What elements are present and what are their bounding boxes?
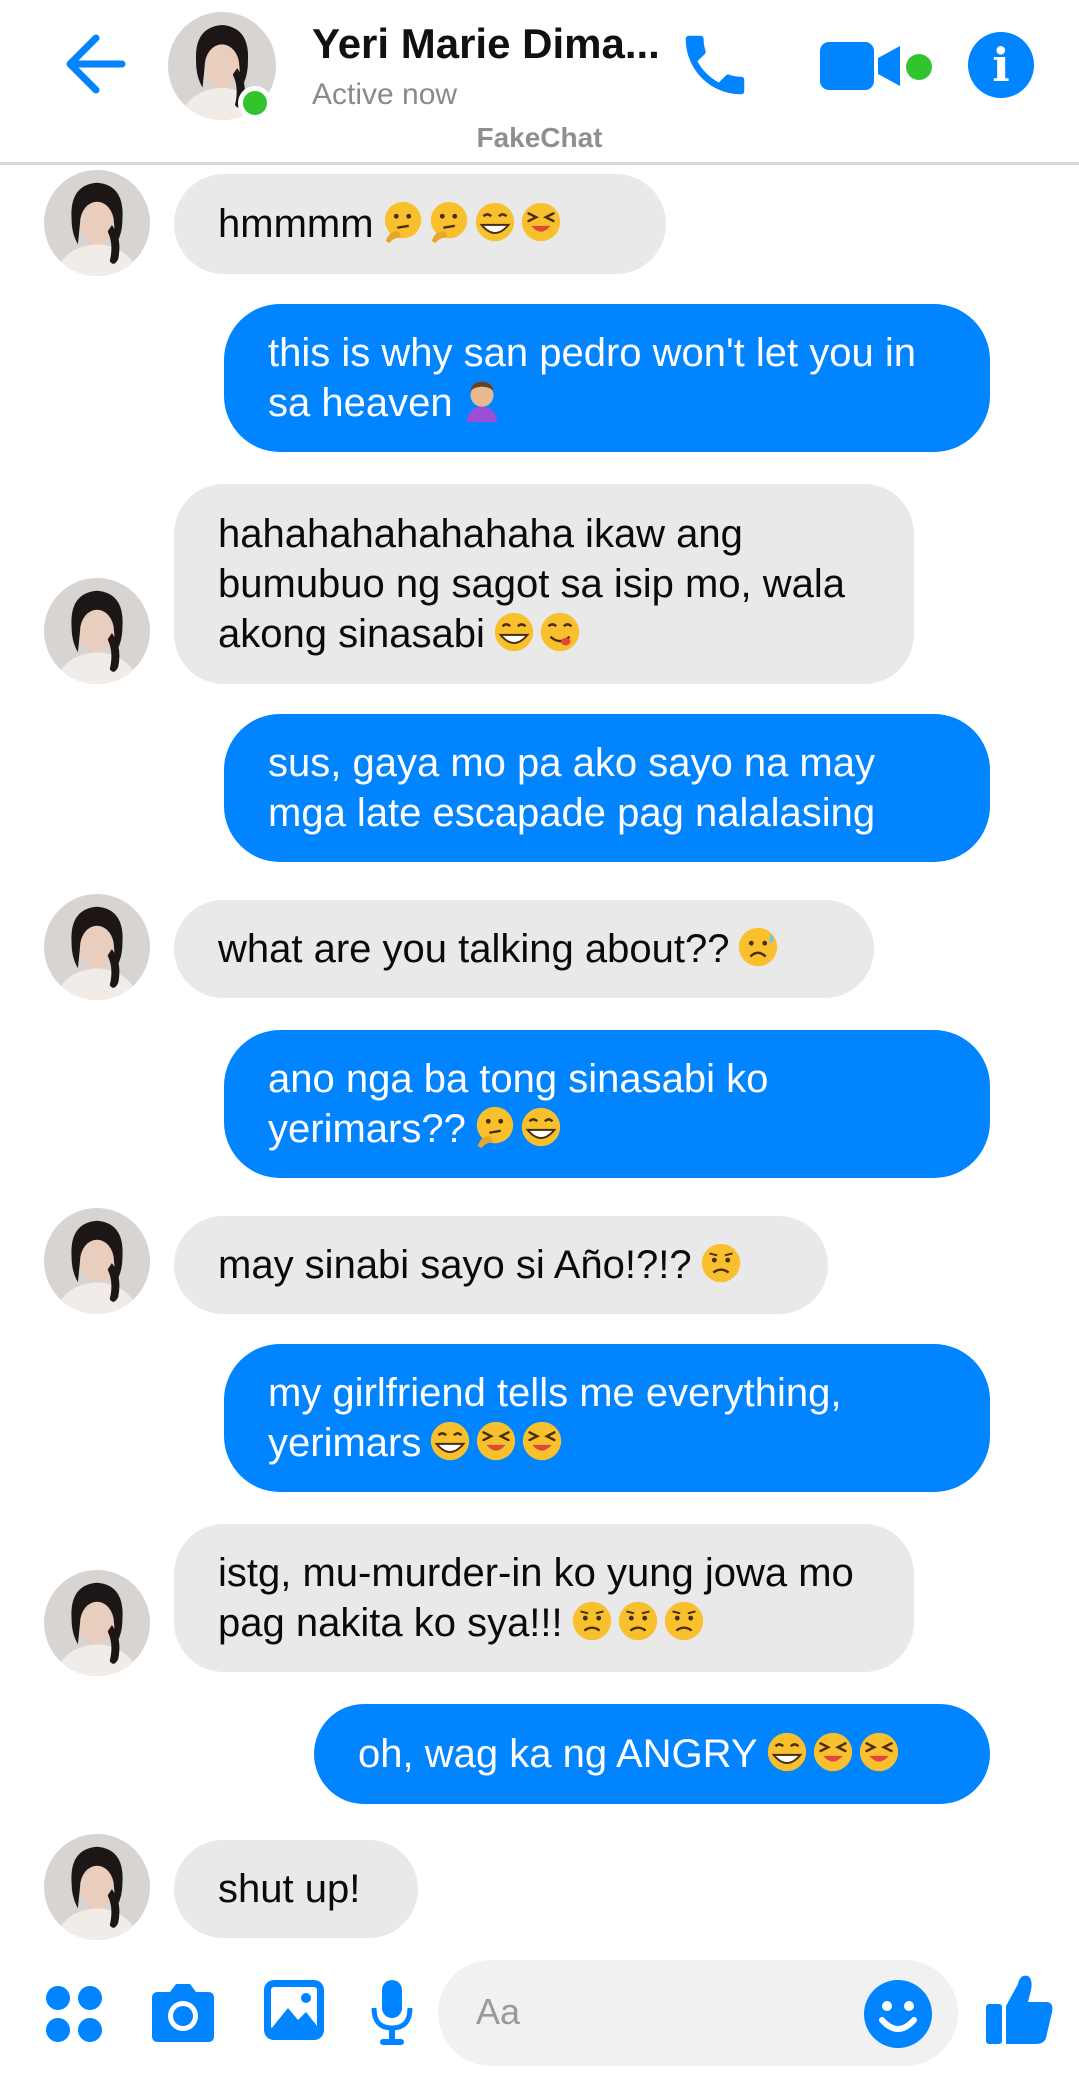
yum-emoji-icon <box>540 612 580 652</box>
worried-emoji-icon <box>572 1601 611 1641</box>
received-message[interactable]: istg, mu-murder-in ko yung jowa mo pag n… <box>174 1524 914 1672</box>
contact-name[interactable]: Yeri Marie Dima... <box>312 20 660 68</box>
image-icon[interactable] <box>262 1978 326 2042</box>
message-input[interactable] <box>474 1978 838 2046</box>
worried-emoji-icon <box>618 1601 657 1641</box>
message-text: hmmmm <box>218 202 374 246</box>
thinking-emoji-icon <box>430 201 467 244</box>
squint-emoji-icon <box>523 1421 562 1461</box>
smiley-icon[interactable] <box>862 1978 934 2050</box>
online-indicator <box>238 86 272 120</box>
received-message[interactable]: hmmmm <box>174 174 666 274</box>
video-online-indicator <box>906 54 932 80</box>
message-avatar <box>44 1208 150 1314</box>
chat-header: Yeri Marie Dima... Active now FakeChat i <box>0 0 1079 165</box>
watermark-label: FakeChat <box>476 122 603 153</box>
grin-sweat-emoji-icon <box>431 1421 470 1461</box>
received-message[interactable]: shut up! <box>174 1840 418 1938</box>
message-text: shut up! <box>218 1867 361 1911</box>
squint-emoji-icon <box>813 1732 852 1772</box>
message-avatar <box>44 170 150 276</box>
thinking-emoji-icon <box>384 201 421 244</box>
message-text: istg, mu-murder-in ko yung jowa mo pag n… <box>218 1551 854 1645</box>
sad-sweat-emoji-icon <box>739 927 778 967</box>
message-avatar <box>44 578 150 684</box>
video-camera-icon[interactable] <box>818 38 904 94</box>
message-text: sus, gaya mo pa ako sayo na may mga late… <box>268 741 876 835</box>
squint-emoji-icon <box>859 1732 898 1772</box>
four-dots-icon[interactable] <box>44 1984 104 2044</box>
message-avatar <box>44 1570 150 1676</box>
microphone-icon[interactable] <box>368 1978 416 2048</box>
camera-icon[interactable] <box>148 1982 218 2044</box>
worried-emoji-icon <box>664 1601 703 1641</box>
sent-message[interactable]: ano nga ba tong sinasabi ko yerimars?? <box>224 1030 990 1178</box>
worried-emoji-icon <box>701 1243 740 1283</box>
sent-message[interactable]: this is why san pedro won't let you in s… <box>224 304 990 452</box>
sent-message[interactable]: my girlfriend tells me everything, yerim… <box>224 1344 990 1492</box>
thumbs-up-icon[interactable] <box>984 1972 1056 2048</box>
received-message[interactable]: hahahahahahahaha ikaw ang bumubuo ng sag… <box>174 484 914 684</box>
grin-sweat-emoji-icon <box>475 202 514 242</box>
info-icon[interactable]: i <box>968 32 1034 98</box>
active-status: Active now <box>312 78 458 111</box>
message-text: oh, wag ka ng ANGRY <box>358 1732 758 1776</box>
message-avatar <box>44 894 150 1000</box>
thinking-emoji-icon <box>476 1106 514 1149</box>
message-avatar <box>44 1834 150 1940</box>
facepalm-emoji-icon <box>466 381 497 423</box>
squint-emoji-icon <box>477 1421 516 1461</box>
grin-sweat-emoji-icon <box>521 1107 561 1147</box>
phone-icon[interactable] <box>676 26 754 104</box>
message-text: what are you talking about?? <box>218 927 730 971</box>
squint-emoji-icon <box>521 202 560 242</box>
sent-message[interactable]: oh, wag ka ng ANGRY <box>314 1704 990 1804</box>
grin-sweat-emoji-icon <box>767 1732 806 1772</box>
sent-message[interactable]: sus, gaya mo pa ako sayo na may mga late… <box>224 714 990 862</box>
composer-bar <box>0 1948 1079 2075</box>
received-message[interactable]: what are you talking about?? <box>174 900 874 998</box>
message-text: this is why san pedro won't let you in s… <box>268 331 916 425</box>
grin-sweat-emoji-icon <box>494 612 534 652</box>
back-arrow-icon[interactable] <box>60 30 128 98</box>
message-text: may sinabi sayo si Año!?!? <box>218 1243 692 1287</box>
received-message[interactable]: may sinabi sayo si Año!?!? <box>174 1216 828 1314</box>
